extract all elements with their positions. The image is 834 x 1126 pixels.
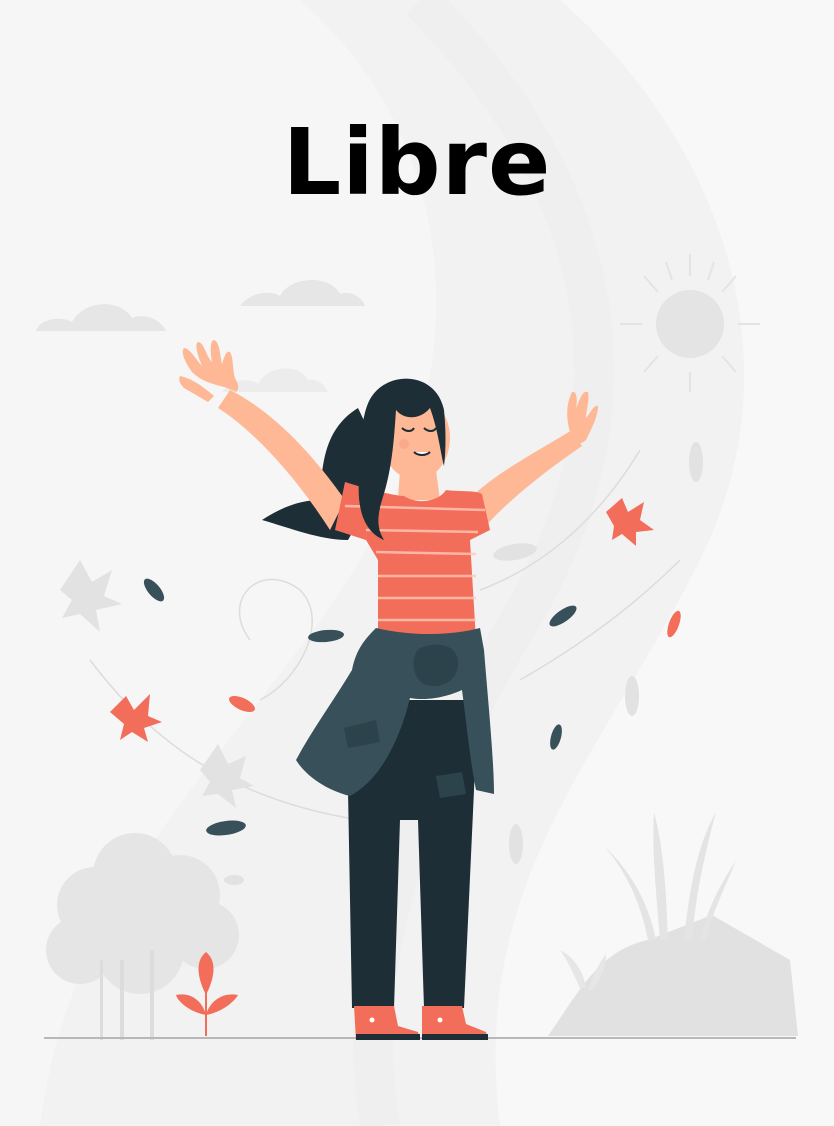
woman-figure bbox=[179, 340, 598, 1040]
sun-icon bbox=[620, 254, 760, 392]
cloud-icon bbox=[240, 279, 365, 306]
woman-illustration bbox=[36, 254, 798, 1040]
plant-icon bbox=[176, 952, 238, 1036]
poster-page: Libre bbox=[0, 0, 834, 1126]
cloud-icon bbox=[36, 304, 166, 331]
shoe-icon bbox=[354, 1006, 488, 1040]
rock-icon bbox=[548, 915, 798, 1036]
